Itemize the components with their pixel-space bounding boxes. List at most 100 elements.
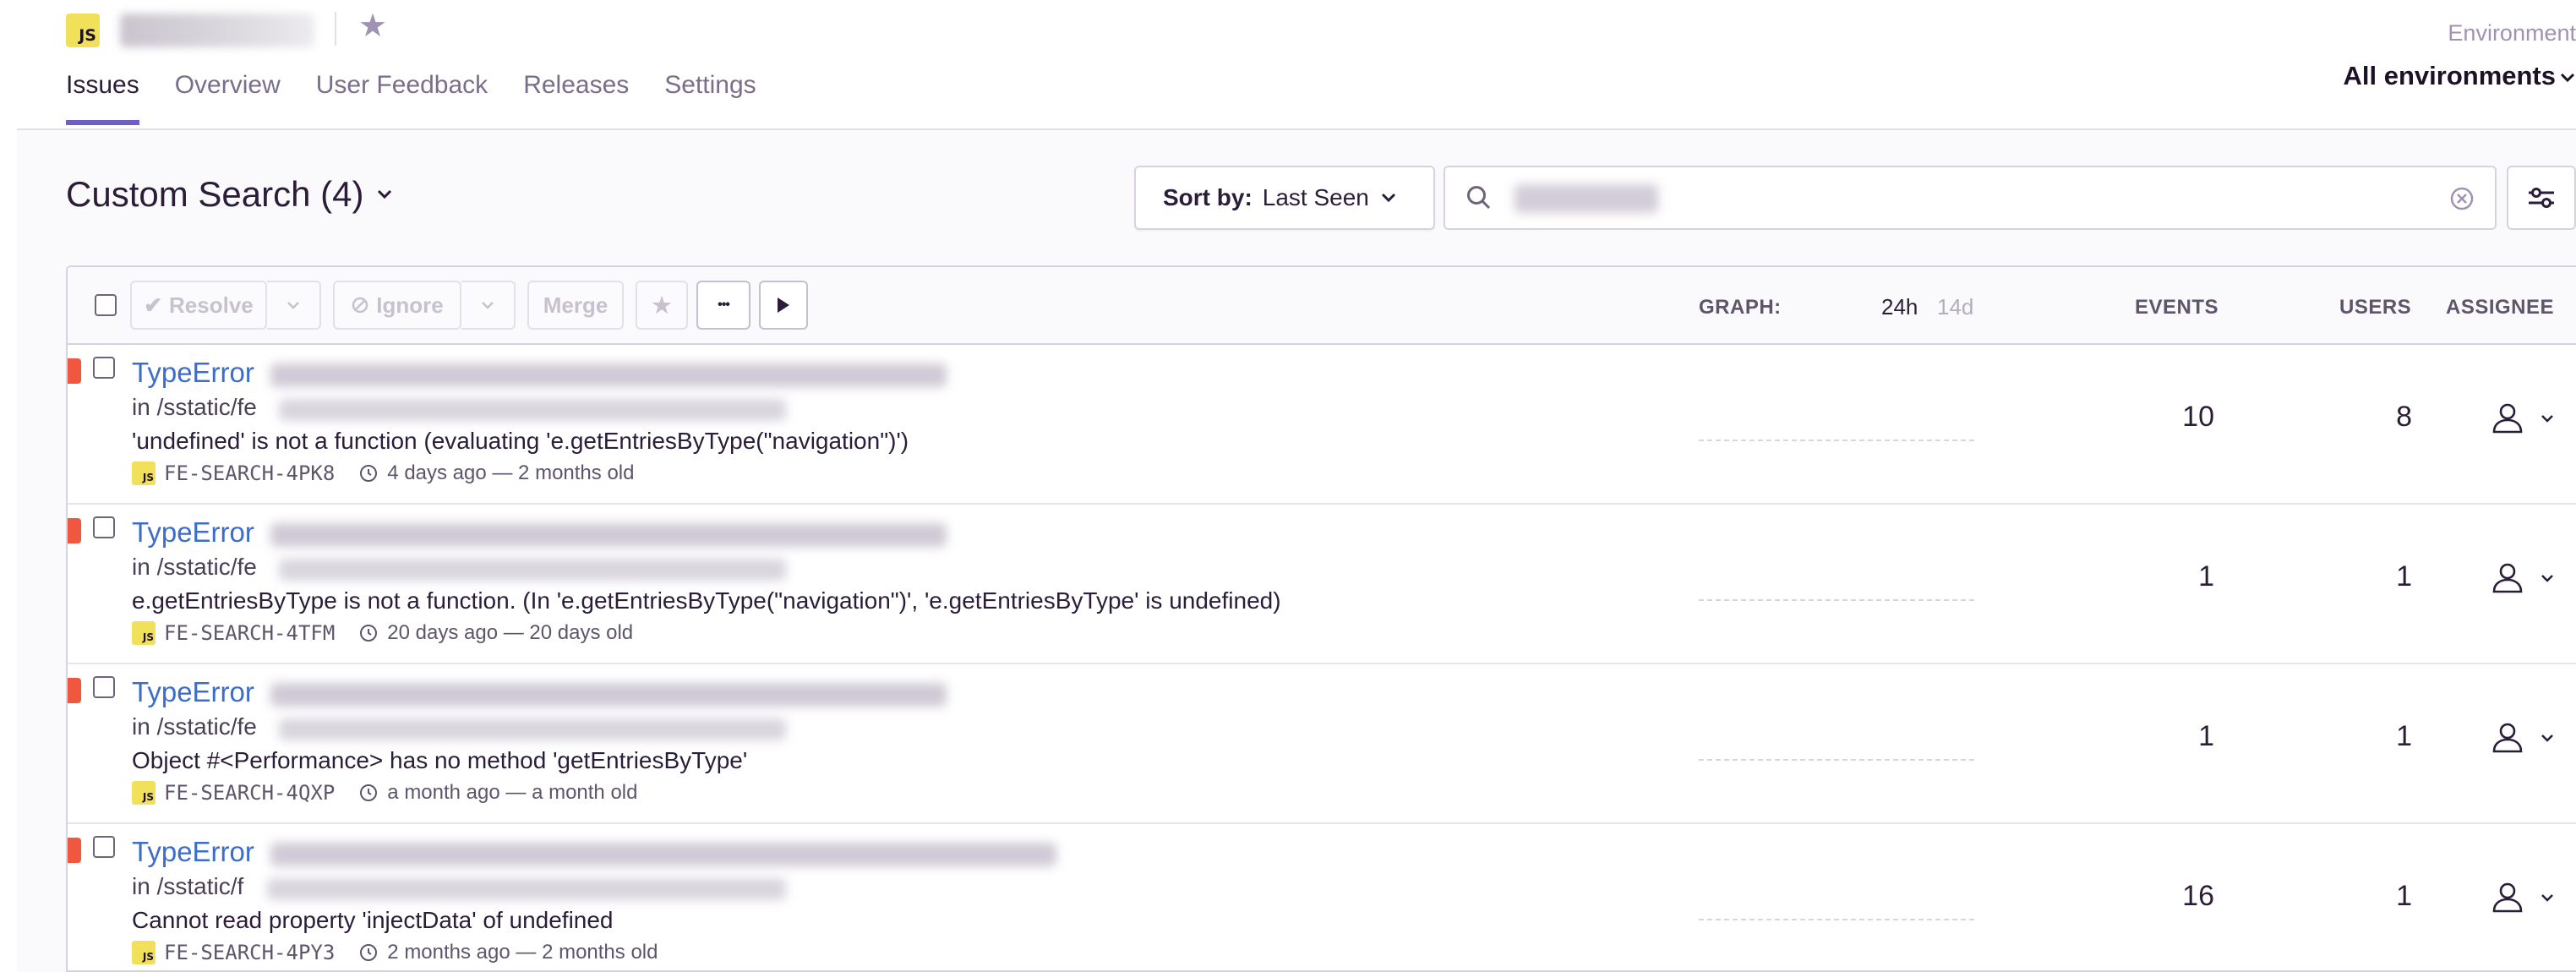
- issue-message: Object #<Performance> has no method 'get…: [132, 747, 748, 773]
- issue-short-id[interactable]: FE-SEARCH-4QXP: [164, 781, 335, 805]
- issue-culprit: in /sstatic/fe: [132, 394, 257, 420]
- ignore-dropdown-button[interactable]: [461, 281, 516, 330]
- project-badge: JS: [132, 621, 156, 645]
- issue-title-redacted: [270, 363, 947, 387]
- issue-checkbox[interactable]: [93, 357, 115, 379]
- tab-releases[interactable]: Releases: [523, 71, 629, 125]
- issue-culprit: in /sstatic/fe: [132, 713, 257, 740]
- issue-meta: JS FE-SEARCH-4TFM 20 days ago — 20 days …: [132, 621, 633, 645]
- users-count: 1: [2396, 720, 2412, 752]
- merge-button[interactable]: Merge: [527, 281, 624, 330]
- issue-time: a month ago — a month old: [387, 781, 638, 804]
- tab-issues[interactable]: Issues: [66, 71, 139, 125]
- graph-period-14d[interactable]: 14d: [1937, 294, 1973, 320]
- realtime-play-button[interactable]: [759, 281, 808, 330]
- issue-row[interactable]: TypeError in /sstatic/fe e.getEntriesByT…: [68, 505, 2576, 664]
- chevron-down-icon: [2560, 73, 2575, 83]
- events-count: 1: [2198, 720, 2214, 752]
- issue-type-link[interactable]: TypeError: [132, 357, 254, 389]
- issue-message: e.getEntriesByType is not a function. (I…: [132, 587, 1281, 614]
- saved-search-selector[interactable]: Custom Search (4): [66, 174, 394, 215]
- assignee-selector[interactable]: [2490, 720, 2556, 756]
- saved-search-title: Custom Search (4): [66, 174, 364, 214]
- resolve-dropdown-button[interactable]: [267, 281, 321, 330]
- tab-overview[interactable]: Overview: [175, 71, 281, 125]
- tab-settings[interactable]: Settings: [664, 71, 756, 125]
- event-graph: [1699, 440, 1974, 441]
- assignee-selector[interactable]: [2490, 880, 2556, 915]
- event-graph: [1699, 759, 1974, 761]
- ignore-button[interactable]: Ignore: [333, 281, 461, 330]
- users-count: 8: [2396, 401, 2412, 433]
- issue-short-id[interactable]: FE-SEARCH-4PK8: [164, 461, 335, 485]
- bookmark-star-icon[interactable]: ★: [358, 10, 387, 42]
- issue-checkbox[interactable]: [93, 836, 115, 858]
- events-count: 16: [2182, 880, 2214, 912]
- clock-icon: [360, 465, 378, 482]
- search-query-redacted: [1514, 184, 1658, 213]
- tab-user-feedback[interactable]: User Feedback: [316, 71, 488, 125]
- issue-list: ✔ Resolve Ignore Merge ★ ••• GRAPH: 24h …: [66, 265, 2576, 972]
- issue-search-input[interactable]: [1444, 166, 2497, 230]
- resolve-label: Resolve: [169, 292, 254, 318]
- sliders-icon: [2529, 188, 2554, 208]
- issue-message: Cannot read property 'injectData' of und…: [132, 907, 614, 933]
- resolve-button[interactable]: ✔ Resolve: [130, 281, 267, 330]
- project-badge: JS: [132, 461, 156, 485]
- issue-checkbox[interactable]: [93, 676, 115, 698]
- events-column-header: EVENTS: [2135, 296, 2219, 319]
- check-icon: ✔: [144, 292, 163, 318]
- environment-label: Environment: [2448, 20, 2576, 46]
- event-graph: [1699, 919, 1974, 920]
- users-count: 1: [2396, 560, 2412, 592]
- clear-search-icon[interactable]: [2448, 184, 2476, 213]
- issue-time: 20 days ago — 20 days old: [387, 621, 634, 644]
- issue-meta: JS FE-SEARCH-4PY3 2 months ago — 2 month…: [132, 941, 658, 964]
- error-level-indicator: [68, 838, 81, 863]
- issue-row[interactable]: TypeError in /sstatic/fe 'undefined' is …: [68, 345, 2576, 505]
- select-all-checkbox[interactable]: [95, 294, 117, 316]
- clock-icon: [360, 784, 378, 801]
- issue-type-link[interactable]: TypeError: [132, 516, 254, 549]
- sort-label: Sort by:: [1163, 184, 1253, 210]
- assignee-column-header: ASSIGNEE: [2446, 296, 2555, 319]
- project-platform-badge: JS: [66, 14, 100, 47]
- graph-column-header: GRAPH:: [1699, 296, 1782, 319]
- error-level-indicator: [68, 358, 81, 384]
- culprit-path-redacted: [279, 718, 786, 740]
- issue-short-id[interactable]: FE-SEARCH-4PY3: [164, 941, 335, 964]
- chevron-down-icon: [2541, 415, 2553, 423]
- project-tabs: Issues Overview User Feedback Releases S…: [66, 71, 756, 125]
- ellipsis-icon: •••: [718, 298, 730, 312]
- user-icon: [2492, 882, 2523, 913]
- issue-type-link[interactable]: TypeError: [132, 836, 254, 868]
- bookmark-button[interactable]: ★: [636, 281, 688, 330]
- project-name-redacted[interactable]: [120, 14, 314, 47]
- star-icon: ★: [652, 292, 672, 318]
- play-icon: [778, 298, 789, 313]
- user-icon: [2492, 403, 2523, 434]
- issue-message: 'undefined' is not a function (evaluatin…: [132, 428, 909, 454]
- assignee-selector[interactable]: [2490, 560, 2556, 596]
- ignore-icon: [352, 297, 368, 314]
- issue-row[interactable]: TypeError in /sstatic/f Cannot read prop…: [68, 824, 2576, 970]
- sort-dropdown-button[interactable]: Sort by: Last Seen: [1134, 166, 1435, 230]
- chevron-down-icon: [2541, 894, 2553, 902]
- issue-short-id[interactable]: FE-SEARCH-4TFM: [164, 621, 335, 645]
- issue-type-link[interactable]: TypeError: [132, 676, 254, 708]
- issue-title-redacted: [270, 523, 947, 547]
- error-level-indicator: [68, 518, 81, 543]
- graph-period-24h[interactable]: 24h: [1881, 294, 1918, 320]
- environment-selector[interactable]: All environments: [2344, 61, 2576, 91]
- search-options-button[interactable]: [2507, 166, 2576, 230]
- issue-checkbox[interactable]: [93, 516, 115, 538]
- assignee-selector[interactable]: [2490, 401, 2556, 436]
- issue-time: 2 months ago — 2 months old: [387, 941, 658, 964]
- merge-label: Merge: [543, 292, 609, 318]
- project-badge: JS: [132, 781, 156, 805]
- chevron-down-icon: [1381, 193, 1395, 203]
- issue-row[interactable]: TypeError in /sstatic/fe Object #<Perfor…: [68, 664, 2576, 824]
- more-actions-button[interactable]: •••: [696, 281, 750, 330]
- project-badge: JS: [132, 941, 156, 964]
- ignore-label: Ignore: [376, 292, 444, 318]
